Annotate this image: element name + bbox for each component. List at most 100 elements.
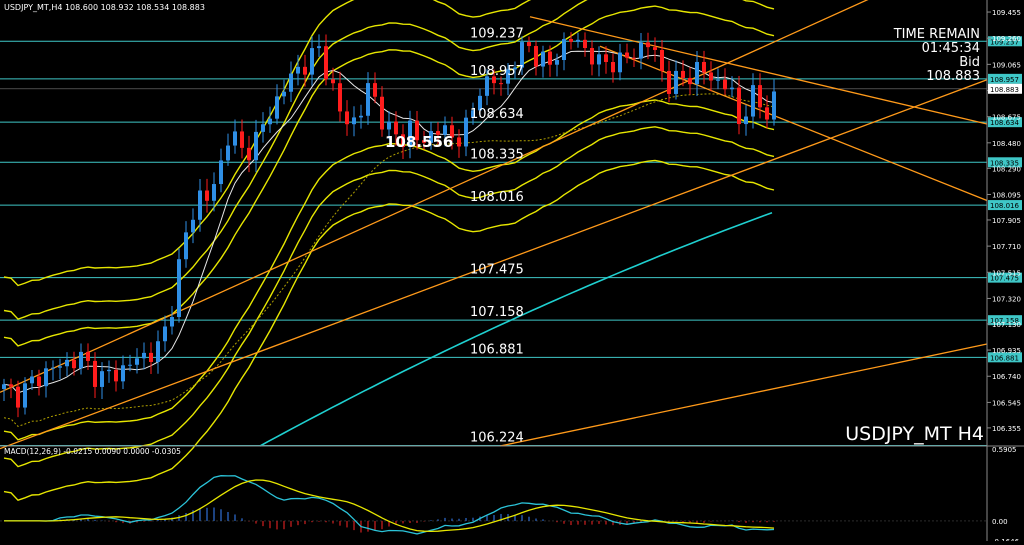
- candle-body: [191, 219, 195, 233]
- candle-body: [100, 371, 104, 387]
- candle-body: [303, 66, 307, 75]
- candle-body: [674, 70, 678, 94]
- candle-body: [177, 259, 181, 318]
- candle-body: [387, 121, 391, 130]
- candle-body: [219, 160, 223, 185]
- candle-body: [149, 352, 153, 362]
- candle-body: [723, 79, 727, 90]
- marked-price-label: 108.556: [385, 133, 453, 151]
- candle-body: [345, 111, 349, 125]
- candle-body: [9, 384, 13, 387]
- price-tick-label: 108.095: [992, 191, 1021, 199]
- candle-body: [121, 365, 125, 382]
- time-remain-value: 01:45:34: [922, 41, 980, 56]
- candle-body: [205, 190, 209, 201]
- candle-body: [324, 46, 328, 80]
- candle-body: [639, 42, 643, 59]
- macd-title: MACD(12,26,9) -0.0215 0.0090 0.0000 -0.0…: [4, 447, 181, 456]
- price-tick-label: 106.355: [992, 425, 1021, 433]
- candle-body: [23, 383, 27, 408]
- symbol-watermark: USDJPY_MT H4: [845, 423, 984, 445]
- candle-body: [380, 96, 384, 130]
- candle-body: [555, 60, 559, 65]
- candle-body: [366, 83, 370, 116]
- candle-body: [583, 39, 587, 49]
- candle-body: [702, 61, 706, 73]
- candle-body: [240, 131, 244, 148]
- candle-body: [548, 51, 552, 65]
- price-tick-label: 106.935: [992, 347, 1021, 355]
- price-tick-label: 107.710: [992, 243, 1021, 251]
- candle-body: [590, 48, 594, 65]
- candle-body: [93, 360, 97, 387]
- candle-body: [170, 317, 174, 327]
- candle-body: [282, 91, 286, 97]
- candle-body: [730, 87, 734, 90]
- price-chart-svg: 109.237 108.957 108.634 108.335 108.016 107.4…: [0, 0, 1024, 545]
- level-price-tag-text: 108.957: [990, 76, 1019, 84]
- price-tick-label: 107.515: [992, 269, 1021, 277]
- candle-body: [660, 49, 664, 71]
- candle-body: [618, 52, 622, 73]
- candle-body: [359, 115, 363, 118]
- candle-body: [261, 124, 265, 132]
- candle-body: [310, 48, 314, 75]
- candle-body: [744, 116, 748, 125]
- candle-body: [2, 384, 6, 389]
- price-tick-label: 107.320: [992, 295, 1021, 303]
- candle-body: [86, 351, 90, 361]
- candle-body: [30, 376, 34, 384]
- candle-body: [142, 352, 146, 359]
- price-tick-label: 109.260: [992, 35, 1021, 43]
- candle-body: [373, 83, 377, 97]
- candle-body: [527, 42, 531, 47]
- candle-body: [562, 38, 566, 61]
- level-label: 108.957: [470, 64, 524, 79]
- bid-value: 108.883: [926, 69, 980, 84]
- candle-body: [632, 57, 636, 59]
- level-price-tag-text: 108.016: [990, 202, 1019, 210]
- candle-body: [709, 72, 713, 81]
- bid-price-tag-text: 108.883: [990, 86, 1019, 94]
- level-label: 106.224: [470, 430, 524, 445]
- level-label: 107.475: [470, 263, 524, 278]
- candle-body: [16, 386, 20, 408]
- candle-body: [275, 96, 279, 119]
- candle-body: [688, 77, 692, 85]
- candle-body: [338, 83, 342, 112]
- candle-body: [331, 79, 335, 84]
- candle-body: [163, 326, 167, 342]
- candle-body: [499, 83, 503, 85]
- candle-body: [625, 52, 629, 58]
- candle-body: [198, 190, 202, 220]
- candle-body: [751, 85, 755, 117]
- candle-body: [758, 85, 762, 108]
- candle-body: [268, 118, 272, 125]
- candle-body: [646, 42, 650, 48]
- level-label: 109.237: [470, 26, 524, 41]
- price-tick-label: 109.065: [992, 61, 1021, 69]
- price-tick-label: 108.480: [992, 140, 1021, 148]
- candle-body: [296, 66, 300, 74]
- candle-body: [135, 358, 139, 365]
- candle-body: [352, 117, 356, 125]
- price-tick-label: 108.290: [992, 165, 1021, 173]
- price-tick-label: 108.675: [992, 114, 1021, 122]
- price-tick-label: 106.740: [992, 373, 1021, 381]
- candle-body: [576, 39, 580, 42]
- candle-body: [772, 91, 776, 120]
- candle-body: [51, 367, 55, 369]
- candle-body: [534, 46, 538, 67]
- candle-body: [184, 232, 188, 260]
- candle-body: [212, 184, 216, 201]
- candle-body: [72, 359, 76, 369]
- candle-body: [317, 46, 321, 49]
- candle-body: [667, 70, 671, 94]
- level-label: 108.634: [470, 107, 524, 122]
- candle-body: [765, 107, 769, 120]
- candle-body: [737, 87, 741, 125]
- candle-body: [541, 51, 545, 67]
- candle-body: [681, 70, 685, 78]
- bid-label: Bid: [959, 55, 980, 70]
- candle-body: [58, 366, 62, 368]
